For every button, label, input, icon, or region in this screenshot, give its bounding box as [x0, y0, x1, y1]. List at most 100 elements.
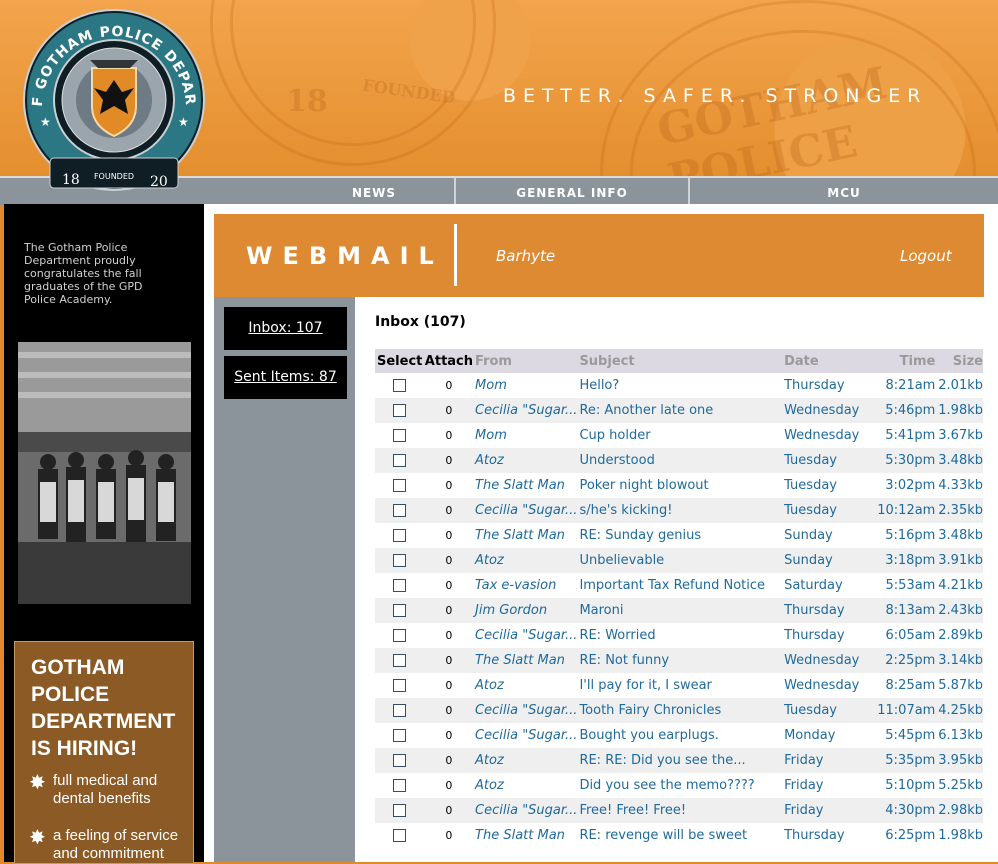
- message-size: 6.13kb: [938, 728, 983, 743]
- message-subject[interactable]: Bought you earplugs.: [577, 723, 782, 748]
- col-date[interactable]: Date: [782, 349, 876, 373]
- message-subject[interactable]: RE: Not funny: [577, 648, 783, 673]
- message-subject[interactable]: Re: Another late one: [577, 398, 783, 423]
- message-from[interactable]: Cecilia "Sugar...: [473, 398, 578, 423]
- select-checkbox[interactable]: [393, 454, 407, 467]
- message-from[interactable]: The Slatt Man: [473, 523, 577, 548]
- folder-sent-items[interactable]: Sent Items: 87: [224, 356, 347, 399]
- tagline: BETTER. SAFER. STRONGER: [503, 85, 928, 107]
- table-row[interactable]: 0 The Slatt Man RE: Not funny Wednesday 2:25…: [375, 648, 983, 673]
- table-row[interactable]: 0 Cecilia "Sugar... RE: Worried Thursday 6:0…: [375, 623, 983, 648]
- table-row[interactable]: 0 The Slatt Man RE: revenge will be sweet T…: [375, 823, 983, 848]
- nav-news[interactable]: NEWS: [294, 178, 454, 206]
- message-from[interactable]: Atoz: [473, 448, 578, 473]
- left-sidebar: The Gotham Police Department proudly con…: [4, 204, 204, 864]
- col-select: Select: [375, 349, 423, 373]
- message-subject[interactable]: Cup holder: [577, 423, 782, 448]
- col-time[interactable]: Time: [875, 349, 936, 373]
- message-from[interactable]: The Slatt Man: [473, 823, 577, 848]
- message-table: Select Attach From Subject Date Time Siz…: [375, 349, 983, 848]
- table-row[interactable]: 0 Atoz Did you see the memo???? Friday 5:10p…: [375, 773, 983, 798]
- select-checkbox[interactable]: [393, 529, 407, 542]
- message-from[interactable]: Mom: [473, 423, 577, 448]
- message-subject[interactable]: Hello?: [577, 373, 782, 398]
- select-checkbox[interactable]: [393, 654, 407, 667]
- select-checkbox[interactable]: [393, 379, 407, 392]
- col-from[interactable]: From: [473, 349, 578, 373]
- select-checkbox[interactable]: [393, 479, 407, 492]
- table-row[interactable]: 0 Atoz Understood Tuesday 5:30pm 3.48kb: [375, 448, 983, 473]
- message-from[interactable]: Cecilia "Sugar...: [473, 698, 578, 723]
- col-attach: Attach: [422, 349, 474, 373]
- message-subject[interactable]: Important Tax Refund Notice: [577, 573, 782, 598]
- message-from[interactable]: Atoz: [473, 773, 577, 798]
- message-from[interactable]: Tax e-vasion: [473, 573, 577, 598]
- nav-general-info[interactable]: GENERAL INFO: [456, 178, 688, 206]
- congrats-text: The Gotham Police Department proudly con…: [24, 241, 143, 306]
- table-row[interactable]: 0 Cecilia "Sugar... Re: Another late one We…: [375, 398, 983, 423]
- attach-count: 0: [445, 379, 453, 392]
- table-row[interactable]: 0 The Slatt Man RE: Sunday genius Sunday 5:1…: [375, 523, 983, 548]
- message-from[interactable]: Atoz: [473, 748, 578, 773]
- table-row[interactable]: 0 Mom Cup holder Wednesday 5:41pm 3.67kb: [375, 423, 983, 448]
- message-from[interactable]: Mom: [473, 373, 577, 398]
- table-row[interactable]: 0 Atoz Unbelievable Sunday 3:18pm 3.91kb: [375, 548, 983, 573]
- nav-mcu[interactable]: MCU: [690, 178, 998, 206]
- row-select: [375, 498, 423, 523]
- message-subject[interactable]: RE: Worried: [577, 623, 782, 648]
- table-row[interactable]: 0 Mom Hello? Thursday 8:21am 2.01kb: [375, 373, 983, 398]
- logout-link[interactable]: Logout: [900, 247, 952, 265]
- select-checkbox[interactable]: [393, 629, 407, 642]
- folder-inbox[interactable]: Inbox: 107: [224, 307, 347, 350]
- message-subject[interactable]: Maroni: [577, 598, 783, 623]
- select-checkbox[interactable]: [393, 554, 407, 567]
- message-date: Monday: [784, 728, 836, 743]
- message-from[interactable]: Atoz: [473, 673, 577, 698]
- message-subject[interactable]: Poker night blowout: [577, 473, 782, 498]
- table-row[interactable]: 0 Cecilia "Sugar... Bought you earplugs. Mo…: [375, 723, 983, 748]
- message-from[interactable]: The Slatt Man: [473, 648, 578, 673]
- message-subject[interactable]: RE: revenge will be sweet: [577, 823, 782, 848]
- select-checkbox[interactable]: [393, 754, 407, 767]
- table-row[interactable]: 0 Cecilia "Sugar... Free! Free! Free! Frida…: [375, 798, 983, 823]
- message-subject[interactable]: I'll pay for it, I swear: [577, 673, 782, 698]
- select-checkbox[interactable]: [393, 704, 407, 717]
- select-checkbox[interactable]: [393, 804, 407, 817]
- col-size[interactable]: Size: [935, 349, 983, 373]
- message-subject[interactable]: Free! Free! Free!: [577, 798, 783, 823]
- message-subject[interactable]: Did you see the memo????: [577, 773, 782, 798]
- message-subject[interactable]: Understood: [577, 448, 783, 473]
- message-from[interactable]: Jim Gordon: [473, 598, 578, 623]
- select-checkbox[interactable]: [393, 729, 407, 742]
- table-row[interactable]: 0 Jim Gordon Maroni Thursday 8:13am 2.43kb: [375, 598, 983, 623]
- message-subject[interactable]: Tooth Fairy Chronicles: [577, 698, 783, 723]
- select-checkbox[interactable]: [393, 504, 407, 517]
- message-subject[interactable]: RE: Sunday genius: [577, 523, 782, 548]
- message-from[interactable]: Cecilia "Sugar...: [473, 498, 578, 523]
- select-checkbox[interactable]: [393, 579, 407, 592]
- select-checkbox[interactable]: [393, 779, 407, 792]
- gpd-logo[interactable]: CITY OF GOTHAM POLICE DEPARTMENT ★ ★ 18 …: [12, 8, 216, 192]
- table-row[interactable]: 0 The Slatt Man Poker night blowout Tuesday…: [375, 473, 983, 498]
- message-from[interactable]: Atoz: [473, 548, 578, 573]
- table-row[interactable]: 0 Atoz RE: RE: Did you see the... Friday 5:3…: [375, 748, 983, 773]
- hiring-ad[interactable]: GOTHAM POLICE DEPARTMENT IS HIRING! ✸ fu…: [14, 641, 194, 864]
- message-from[interactable]: Cecilia "Sugar...: [473, 723, 577, 748]
- message-subject[interactable]: s/he's kicking!: [577, 498, 783, 523]
- table-row[interactable]: 0 Tax e-vasion Important Tax Refund Notice…: [375, 573, 983, 598]
- message-subject[interactable]: RE: RE: Did you see the...: [577, 748, 783, 773]
- col-subject[interactable]: Subject: [577, 349, 783, 373]
- table-row[interactable]: 0 Cecilia "Sugar... Tooth Fairy Chronicles…: [375, 698, 983, 723]
- message-from[interactable]: Cecilia "Sugar...: [473, 798, 578, 823]
- table-row[interactable]: 0 Cecilia "Sugar... s/he's kicking! Tuesday…: [375, 498, 983, 523]
- select-checkbox[interactable]: [393, 604, 407, 617]
- message-from[interactable]: Cecilia "Sugar...: [473, 623, 577, 648]
- message-subject[interactable]: Unbelievable: [577, 548, 783, 573]
- message-from[interactable]: The Slatt Man: [473, 473, 577, 498]
- table-row[interactable]: 0 Atoz I'll pay for it, I swear Wednesday 8:…: [375, 673, 983, 698]
- select-checkbox[interactable]: [393, 404, 407, 417]
- select-checkbox[interactable]: [393, 679, 407, 692]
- select-checkbox[interactable]: [393, 829, 407, 842]
- select-checkbox[interactable]: [393, 429, 407, 442]
- message-date: Wednesday: [784, 428, 860, 443]
